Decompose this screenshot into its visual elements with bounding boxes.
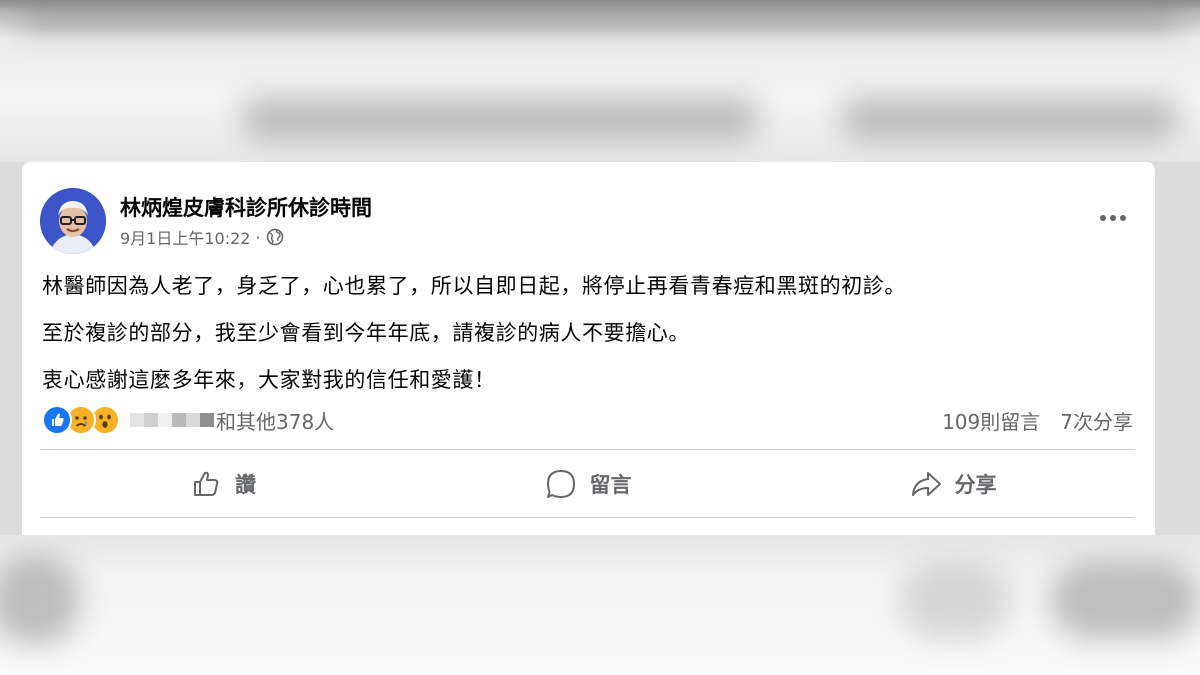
- share-button-label: 分享: [954, 473, 997, 497]
- action-bar: 讚 留言 分享: [40, 450, 1135, 518]
- like-button[interactable]: 讚: [40, 450, 405, 518]
- like-icon: [42, 405, 72, 435]
- comment-button[interactable]: 留言: [405, 450, 770, 518]
- comment-button-label: 留言: [589, 473, 632, 497]
- post-text-line: 林醫師因為人老了，身乏了，心也累了，所以自即日起，將停止再看青春痘和黑斑的初診。: [42, 274, 906, 298]
- like-button-label: 讚: [235, 473, 256, 497]
- post-text-line: 至於複診的部分，我至少會看到今年年底，請複診的病人不要擔心。: [42, 321, 690, 345]
- meta-separator: ·: [255, 227, 261, 247]
- post-card: 林炳煌皮膚科診所休診時間 9月1日上午10:22 · 林醫師因為人老了，身乏了，…: [22, 162, 1155, 535]
- shares-count[interactable]: 7次分享: [1060, 406, 1133, 435]
- page-name-link[interactable]: 林炳煌皮膚科診所休診時間: [120, 192, 372, 222]
- post-meta: 9月1日上午10:22 ·: [120, 226, 284, 248]
- divider-bottom: [40, 517, 1135, 518]
- more-options-button[interactable]: [1093, 200, 1133, 236]
- comments-count[interactable]: 109則留言: [942, 406, 1040, 435]
- comment-bubble-icon: [546, 470, 575, 498]
- post-stats: 109則留言 7次分享: [942, 406, 1133, 435]
- page-avatar[interactable]: [40, 188, 106, 254]
- reactions-summary[interactable]: 和其他378人: [42, 404, 334, 436]
- share-button[interactable]: 分享: [770, 450, 1135, 518]
- globe-icon[interactable]: [266, 228, 284, 246]
- more-dots-icon: [1100, 215, 1126, 221]
- share-arrow-icon: [911, 472, 941, 496]
- post-text-line: 衷心感謝這麼多年來，大家對我的信任和愛護！: [42, 368, 496, 392]
- thumbs-up-icon: [194, 471, 219, 496]
- reaction-count[interactable]: 和其他378人: [216, 406, 334, 435]
- post-timestamp[interactable]: 9月1日上午10:22: [120, 225, 250, 249]
- blurred-background-top: [0, 0, 1200, 162]
- blurred-background-bottom: [0, 535, 1200, 675]
- redacted-name-mosaic: [130, 409, 214, 431]
